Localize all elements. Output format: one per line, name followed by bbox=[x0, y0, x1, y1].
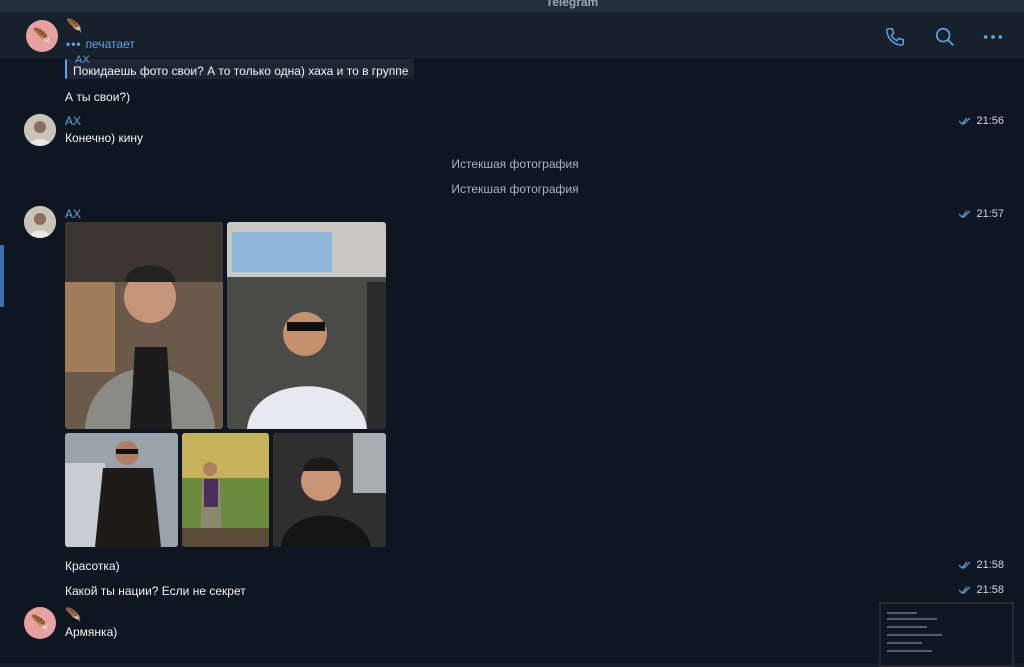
reply-quote-author: АХ bbox=[75, 54, 90, 66]
time-label: 21:58 bbox=[976, 584, 1004, 596]
message-text: Какой ты нации? Если не секрет bbox=[65, 584, 246, 598]
typing-status-text: печатает bbox=[85, 37, 135, 51]
double-check-icon bbox=[959, 561, 971, 569]
album-photo[interactable] bbox=[182, 433, 269, 547]
sender-name[interactable]: 🪶 bbox=[65, 607, 81, 623]
time-label: 21:58 bbox=[976, 559, 1004, 571]
window-title: Telegram bbox=[545, 0, 599, 9]
sender-avatar[interactable] bbox=[24, 206, 56, 238]
album-photo[interactable] bbox=[227, 222, 386, 429]
avatar-emoji: 🪶 bbox=[30, 615, 50, 632]
time-label: 21:56 bbox=[976, 115, 1004, 127]
reply-quote[interactable]: АХ Покидаешь фото свои? А то только одна… bbox=[65, 54, 415, 79]
message-text: Конечно) кину bbox=[65, 131, 144, 145]
expired-photo-notice: Истекшая фотография bbox=[451, 157, 579, 171]
sender-name[interactable]: АХ bbox=[65, 207, 81, 221]
chat-header[interactable]: 🪶 🪶 ••• печатает bbox=[0, 12, 1024, 59]
scroll-indicator bbox=[0, 245, 4, 307]
time-label: 21:57 bbox=[976, 208, 1004, 220]
avatar-emoji: 🪶 bbox=[32, 28, 52, 45]
phone-icon[interactable] bbox=[884, 26, 906, 48]
sender-avatar[interactable] bbox=[24, 114, 56, 146]
contact-avatar[interactable]: 🪶 bbox=[26, 20, 58, 52]
more-icon[interactable] bbox=[982, 26, 1004, 48]
screen-preview-thumbnail[interactable] bbox=[879, 602, 1014, 667]
search-icon[interactable] bbox=[934, 26, 956, 48]
album-photo[interactable] bbox=[65, 222, 223, 429]
window-titlebar: Telegram bbox=[0, 0, 1024, 12]
contact-avatar[interactable]: 🪶 bbox=[24, 607, 56, 639]
reply-quote-text: Покидаешь фото свои? А то только одна) х… bbox=[73, 64, 409, 78]
message-time: 21:58 bbox=[958, 559, 1004, 571]
message-time: 21:58 bbox=[958, 584, 1004, 596]
message-time: 21:57 bbox=[958, 208, 1004, 220]
contact-name[interactable]: 🪶 bbox=[66, 18, 82, 34]
expired-photo-notice: Истекшая фотография bbox=[451, 182, 579, 196]
double-check-icon bbox=[959, 586, 971, 594]
album-photo[interactable] bbox=[273, 433, 386, 547]
message-time: 21:56 bbox=[958, 115, 1004, 127]
typing-status: ••• печатает bbox=[66, 37, 135, 51]
message-text: Армянка) bbox=[65, 625, 118, 639]
sender-name[interactable]: АХ bbox=[65, 114, 81, 128]
message-text: А ты свои?) bbox=[65, 90, 131, 104]
album-photo[interactable] bbox=[65, 433, 178, 547]
message-text: Красотка) bbox=[65, 559, 120, 573]
double-check-icon bbox=[959, 210, 971, 218]
double-check-icon bbox=[959, 117, 971, 125]
typing-dots: ••• bbox=[66, 37, 82, 51]
